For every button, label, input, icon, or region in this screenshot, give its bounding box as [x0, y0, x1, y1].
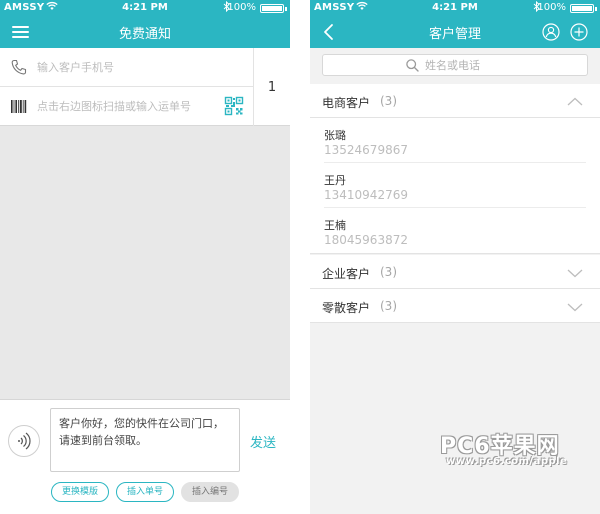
chevron-down-icon [566, 265, 584, 279]
page-title: 免费通知 [118, 27, 171, 42]
group-count: (3) [380, 265, 397, 279]
phone-icon [10, 59, 28, 76]
send-button[interactable]: 发送 [250, 432, 276, 451]
contact-name: 张璐 [324, 129, 346, 142]
chevron-up-icon [566, 94, 584, 108]
sound-wave-icon [18, 432, 31, 450]
group-count: (3) [380, 299, 397, 313]
status-bar: AMSSY 4:21 PM 100% [0, 0, 290, 16]
insert-waybill-button[interactable]: 插入单号 [116, 482, 174, 502]
battery-percent: 100% [227, 2, 256, 13]
phone-input[interactable] [37, 57, 217, 77]
contact-item[interactable]: 王楠 18045963872 [310, 208, 600, 253]
phone-input-row [0, 48, 254, 87]
group-count: (3) [380, 94, 397, 108]
screen-divider [290, 0, 310, 514]
search-icon [405, 58, 420, 73]
group-name: 企业客户 [322, 267, 371, 281]
search-box[interactable] [322, 54, 588, 76]
group-name: 零散客户 [322, 301, 371, 315]
group-header-ecommerce[interactable]: 电商客户 (3) [310, 84, 600, 118]
site-watermark: PC6苹果网 www.pc6.com/apple [440, 428, 590, 474]
contact-name: 王楠 [324, 219, 346, 232]
watermark-url: www.pc6.com/apple [446, 456, 568, 467]
add-circle-icon[interactable] [570, 23, 588, 41]
battery-icon [260, 4, 287, 13]
contact-item[interactable]: 张璐 13524679867 [310, 118, 600, 163]
change-template-button[interactable]: 更换模版 [51, 482, 109, 502]
waybill-input[interactable] [37, 96, 217, 116]
battery-icon [570, 4, 597, 13]
group-header-enterprise[interactable]: 企业客户 (3) [310, 255, 600, 289]
barcode-icon [10, 98, 28, 115]
contact-list: 张璐 13524679867 王丹 13410942769 王楠 1804596… [310, 118, 600, 254]
contact-phone: 18045963872 [324, 233, 408, 247]
contact-phone: 13410942769 [324, 188, 408, 202]
waybill-input-row [0, 87, 254, 126]
search-input[interactable] [425, 57, 575, 73]
qr-scan-icon[interactable] [224, 96, 244, 116]
search-bar [310, 48, 600, 84]
nav-bar: 免费通知 [0, 16, 290, 48]
group-header-retail[interactable]: 零散客户 (3) [310, 289, 600, 323]
chevron-down-icon [566, 299, 584, 313]
message-composer: 客户你好，您的快件在公司门口，请速到前台领取。 发送 更换模版 插入单号 插入编… [0, 399, 290, 514]
nav-bar: 客户管理 [310, 16, 600, 48]
recipient-count[interactable]: 1 [253, 48, 290, 126]
user-profile-icon[interactable] [542, 23, 560, 41]
status-bar: AMSSY 4:21 PM 100% [310, 0, 600, 16]
contact-item[interactable]: 王丹 13410942769 [310, 163, 600, 208]
battery-percent: 100% [537, 2, 566, 13]
recipient-input-card: 1 [0, 48, 290, 126]
group-name: 电商客户 [322, 96, 371, 110]
left-screen: AMSSY 4:21 PM 100% 免费通知 输入客户手机号 点击右边图标扫描… [0, 0, 290, 514]
insert-number-button[interactable]: 插入编号 [181, 482, 239, 502]
contact-phone: 13524679867 [324, 143, 408, 157]
contact-name: 王丹 [324, 174, 346, 187]
message-textarea[interactable]: 客户你好，您的快件在公司门口，请速到前台领取。 [50, 408, 240, 472]
voice-input-button[interactable] [8, 425, 40, 457]
